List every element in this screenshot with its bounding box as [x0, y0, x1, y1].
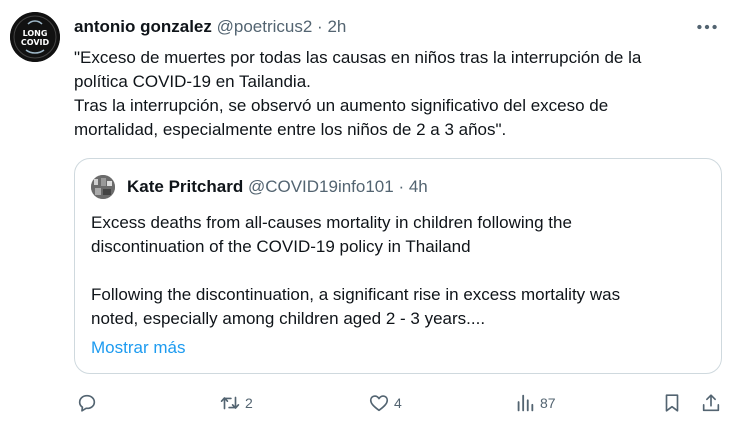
tweet-text-line: política COVID-19 en Tailandia.: [74, 72, 311, 91]
views-button[interactable]: 87: [514, 390, 556, 416]
retweet-button[interactable]: 2: [219, 390, 253, 416]
avatar-text-top: LONG: [23, 29, 48, 38]
action-bar: 2 4 87: [0, 388, 734, 418]
reply-button[interactable]: [76, 390, 102, 416]
quoted-text-line: discontinuation of the COVID-19 policy i…: [91, 237, 471, 256]
views-count: 87: [540, 395, 556, 411]
tweet-text-line: "Exceso de muertes por todas las causas …: [74, 48, 642, 67]
views-icon: [517, 394, 534, 412]
separator-dot: ·: [393, 177, 409, 196]
tweet-text-line: mortalidad, especialmente entre los niño…: [74, 120, 507, 139]
quoted-text-line: noted, especially among children aged 2 …: [91, 309, 486, 328]
quoted-tweet[interactable]: Kate Pritchard @COVID19info101 · 4h Exce…: [74, 158, 722, 374]
quoted-text: Excess deaths from all-causes mortality …: [91, 211, 701, 331]
more-options-button[interactable]: [694, 14, 720, 40]
bookmark-icon: [665, 394, 679, 412]
separator-dot: ·: [312, 17, 328, 36]
quoted-text-line: Following the discontinuation, a signifi…: [91, 285, 621, 304]
author-handle[interactable]: @poetricus2: [217, 17, 313, 36]
share-button[interactable]: [700, 390, 722, 416]
author-name[interactable]: antonio gonzalez: [74, 17, 212, 36]
quoted-avatar-image-icon: [91, 175, 115, 199]
share-icon: [702, 394, 720, 412]
long-covid-logo-icon: LONG COVID: [10, 12, 60, 62]
quoted-header: Kate Pritchard @COVID19info101 · 4h: [127, 176, 428, 198]
quoted-author-name[interactable]: Kate Pritchard: [127, 177, 243, 196]
tweet-time[interactable]: 2h: [327, 17, 346, 36]
like-icon: [369, 395, 389, 412]
bookmark-button[interactable]: [661, 390, 683, 416]
author-avatar[interactable]: LONG COVID: [10, 12, 60, 62]
quoted-text-line: Excess deaths from all-causes mortality …: [91, 213, 572, 232]
like-button[interactable]: 4: [368, 390, 402, 416]
quoted-author-avatar[interactable]: [91, 175, 115, 199]
reply-icon: [78, 394, 96, 412]
tweet-header: antonio gonzalez @poetricus2 · 2h: [74, 16, 674, 38]
more-icon: [697, 24, 717, 30]
tweet-text: "Exceso de muertes por todas las causas …: [74, 46, 714, 142]
quoted-time[interactable]: 4h: [409, 177, 428, 196]
tweet-text-line: Tras la interrupción, se observó un aume…: [74, 96, 609, 115]
show-more-link[interactable]: Mostrar más: [91, 337, 185, 359]
avatar-text-bottom: COVID: [21, 38, 50, 47]
like-count: 4: [394, 395, 402, 411]
retweet-icon: [220, 396, 240, 410]
quoted-author-handle[interactable]: @COVID19info101: [248, 177, 394, 196]
retweet-count: 2: [245, 395, 253, 411]
